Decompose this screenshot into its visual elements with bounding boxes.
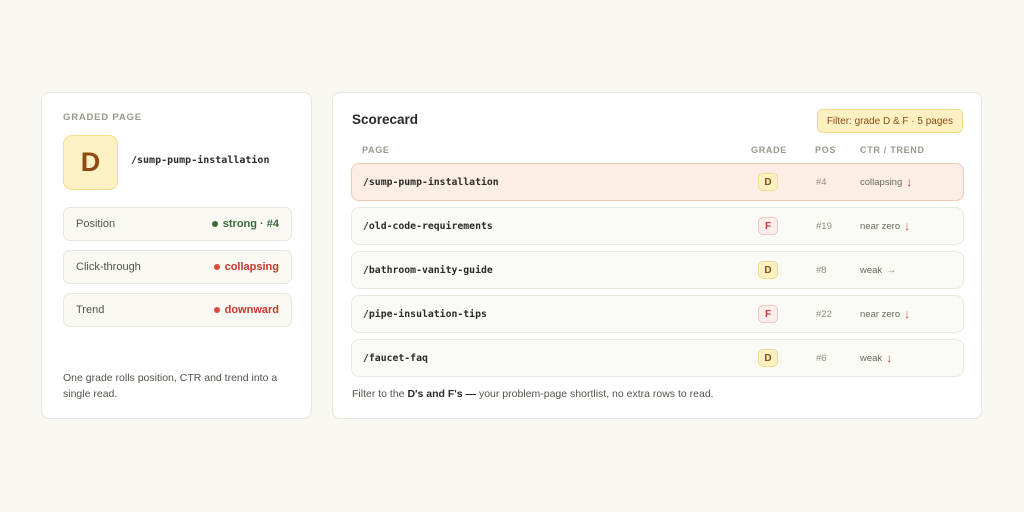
row-ctr-text: collapsing (860, 176, 903, 188)
graded-page-path: /sump-pump-installation (131, 155, 270, 166)
metric-value-text: collapsing (224, 261, 279, 273)
grade-badge-large: D (63, 135, 118, 190)
row-page-path: /faucet-faq (363, 352, 428, 364)
arrow-right-icon: → (886, 264, 897, 276)
row-page-path: /pipe-insulation-tips (363, 308, 487, 320)
graded-page-eyebrow: GRADED PAGE (63, 112, 142, 123)
column-header-grade: GRADE (751, 145, 788, 155)
metric-label: Click-through (76, 261, 141, 273)
grade-badge: F (758, 305, 778, 323)
metric-trend: Trend downward (63, 293, 292, 327)
arrow-down-icon: ↓ (904, 307, 911, 321)
row-position: #6 (816, 352, 827, 364)
table-row[interactable]: /faucet-faq D #6 weak ↓ (351, 339, 964, 377)
metric-click-through: Click-through collapsing (63, 250, 292, 284)
grade-badge: D (758, 261, 778, 279)
grade-badge: F (758, 217, 778, 235)
column-header-ctr-trend: CTR / TREND (860, 145, 925, 155)
row-ctr-text: near zero (860, 220, 901, 232)
row-page-path: /old-code-requirements (363, 220, 493, 232)
arrow-down-icon: ↓ (886, 351, 893, 365)
metric-label: Position (76, 218, 116, 230)
row-page-path: /sump-pump-installation (363, 176, 499, 188)
row-position: #19 (816, 220, 832, 232)
metric-position: Position strong · #4 (63, 207, 292, 241)
arrow-down-icon: ↓ (904, 219, 911, 233)
scorecard-title: Scorecard (352, 112, 419, 127)
row-page-path: /bathroom-vanity-guide (363, 264, 493, 276)
row-ctr-text: near zero (860, 308, 901, 320)
row-ctr-trend: weak ↓ (860, 340, 892, 376)
grade-badge: D (758, 173, 778, 191)
column-header-page: PAGE (362, 145, 390, 155)
metric-value-text: strong · #4 (222, 218, 279, 230)
table-row[interactable]: /bathroom-vanity-guide D #8 weak → (351, 251, 964, 289)
footer-text: Filter to the (352, 388, 408, 400)
grade-badge: D (758, 349, 778, 367)
row-position: #8 (816, 264, 827, 276)
metric-value: collapsing (213, 261, 279, 273)
metric-value: strong · #4 (211, 218, 279, 230)
footer-text: your problem-page shortlist, no extra ro… (476, 388, 714, 400)
row-ctr-trend: near zero ↓ (860, 208, 910, 244)
row-ctr-trend: weak → (860, 252, 896, 288)
row-ctr-text: weak (860, 352, 883, 364)
scorecard-footer: Filter to the D's and F's — your problem… (352, 388, 714, 400)
graded-page-panel: GRADED PAGE D /sump-pump-installation Po… (41, 92, 312, 419)
column-header-pos: POS (815, 145, 837, 155)
row-position: #4 (816, 176, 827, 188)
metric-value: downward (213, 304, 279, 316)
arrow-down-icon: ↓ (906, 175, 913, 189)
status-dot-icon (213, 307, 220, 313)
row-position: #22 (816, 308, 832, 320)
status-dot-icon (211, 221, 218, 227)
filter-chip[interactable]: Filter: grade D & F · 5 pages (816, 109, 963, 133)
footer-emphasis: D's and F's — (407, 388, 477, 400)
scorecard-panel: Scorecard Filter: grade D & F · 5 pages … (332, 92, 982, 419)
metric-value-text: downward (224, 304, 279, 316)
row-ctr-trend: collapsing ↓ (860, 164, 912, 200)
table-row[interactable]: /sump-pump-installation D #4 collapsing ↓ (351, 163, 964, 201)
table-row[interactable]: /old-code-requirements F #19 near zero ↓ (351, 207, 964, 245)
status-dot-icon (213, 264, 220, 270)
table-row[interactable]: /pipe-insulation-tips F #22 near zero ↓ (351, 295, 964, 333)
metric-label: Trend (76, 304, 105, 316)
row-ctr-text: weak (860, 264, 883, 276)
graded-page-note: One grade rolls position, CTR and trend … (63, 372, 278, 400)
row-ctr-trend: near zero ↓ (860, 296, 910, 332)
